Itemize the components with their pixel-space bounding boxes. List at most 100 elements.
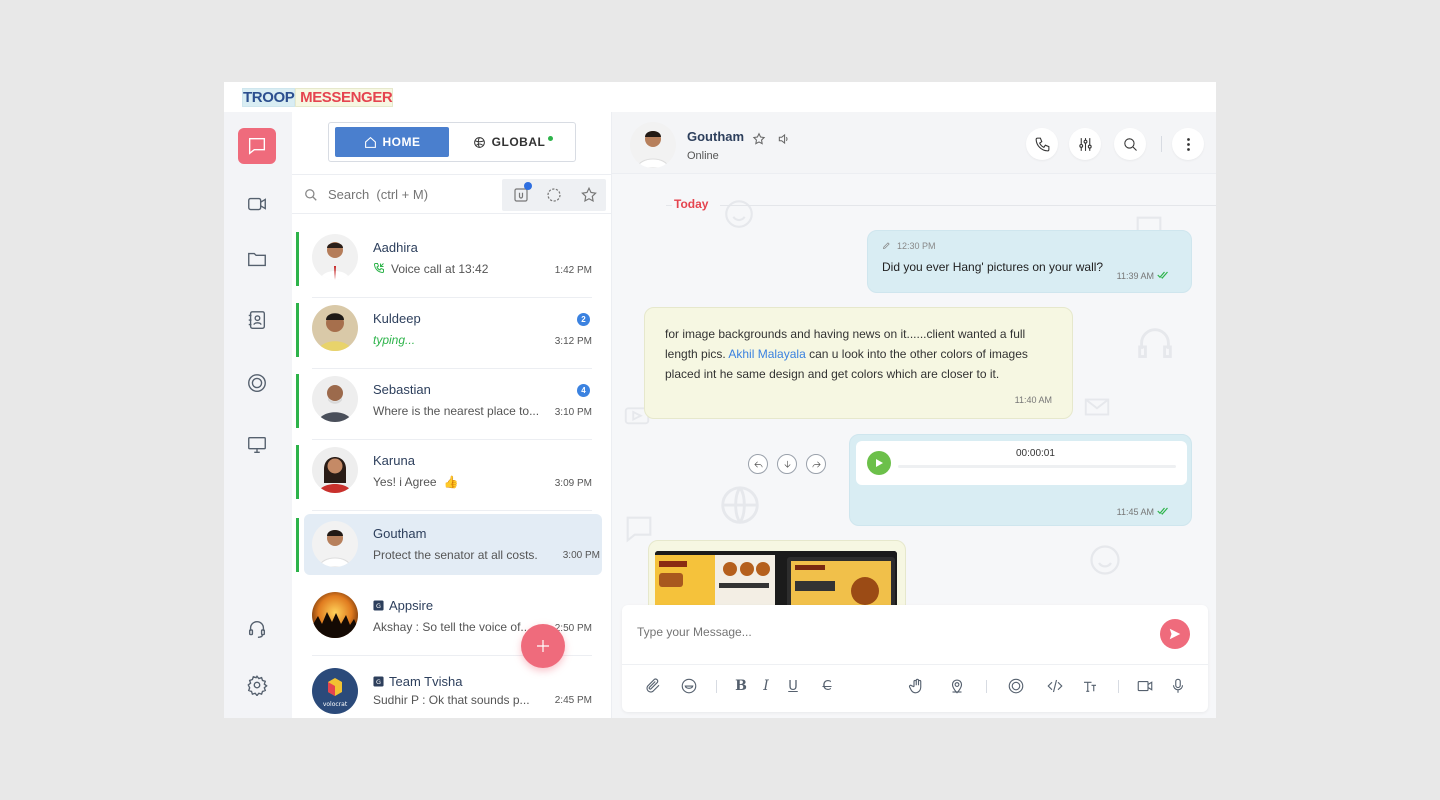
record-button[interactable] [1005, 675, 1027, 697]
contact-name[interactable]: Goutham [687, 129, 744, 144]
audio-duration: 00:00:01 [1016, 448, 1055, 459]
search-icon [305, 189, 317, 201]
chat-name: G Appsire [373, 598, 433, 613]
audio-progress-track[interactable] [898, 465, 1176, 468]
group-icon: G [373, 676, 384, 687]
voice-call-button[interactable] [1026, 128, 1058, 160]
group-icon: G [373, 600, 384, 611]
message-composer: B I U C [622, 605, 1208, 712]
double-check-icon [1157, 271, 1168, 279]
send-icon [1169, 628, 1181, 640]
chat-time: 3:00 PM [562, 550, 600, 561]
monitor-icon [248, 436, 266, 454]
message-text: Did you ever Hang' pictures on your wall… [882, 260, 1104, 274]
message-text: for image backgrounds and having news on… [665, 327, 1028, 381]
star-filter-icon[interactable] [580, 186, 598, 204]
nav-contacts[interactable] [238, 302, 276, 338]
global-tab[interactable]: GLOBAL [455, 127, 571, 157]
strikethrough-button[interactable]: C [816, 675, 838, 697]
emoji-icon [681, 678, 697, 694]
chat-item-goutham[interactable]: Goutham Protect the senator at all costs… [296, 514, 602, 575]
chat-item-team-tvisha[interactable]: volocrat G Team Tvisha Sudhir P : Ok that… [296, 664, 602, 718]
avatar [312, 234, 358, 280]
play-button[interactable] [867, 451, 891, 475]
brand-logo: TROOP MESSENGER [242, 88, 394, 107]
new-chat-button[interactable] [521, 624, 565, 668]
message-input[interactable] [637, 625, 1117, 639]
chat-time: 3:10 PM [554, 407, 592, 418]
speaker-icon[interactable] [777, 132, 791, 146]
online-indicator [296, 374, 299, 428]
chat-item-sebastian[interactable]: Sebastian Where is the nearest place to.… [296, 372, 602, 440]
chat-name: Kuldeep [373, 311, 421, 326]
star-icon[interactable] [752, 132, 766, 146]
more-options-button[interactable] [1172, 128, 1204, 160]
bold-button[interactable]: B [730, 675, 752, 697]
message-outgoing[interactable]: 12:30 PM Did you ever Hang' pictures on … [867, 230, 1192, 293]
nav-video[interactable] [238, 186, 276, 222]
italic-button[interactable]: I [755, 675, 777, 697]
chat-name: G Team Tvisha [373, 674, 462, 689]
notification-dot [524, 182, 532, 190]
edited-label: 12:30 PM [882, 241, 936, 251]
code-button[interactable] [1044, 675, 1066, 697]
gear-icon [247, 675, 268, 696]
chat-settings-button[interactable] [1069, 128, 1101, 160]
user-mention-link[interactable]: Akhil Malayala [728, 347, 805, 361]
nav-help[interactable] [238, 611, 276, 647]
chat-time: 3:09 PM [554, 478, 592, 489]
reply-icon [753, 461, 762, 467]
video-camera-icon [1137, 680, 1153, 692]
global-tab-label: GLOBAL [491, 135, 546, 149]
video-message-button[interactable] [1134, 675, 1156, 697]
contact-avatar[interactable] [630, 122, 676, 168]
online-indicator [296, 303, 299, 357]
voice-message: 00:00:01 11:45 AM [849, 434, 1192, 526]
attach-button[interactable] [642, 675, 664, 697]
online-dot [548, 135, 554, 141]
emoji-button[interactable] [678, 675, 700, 697]
home-tab[interactable]: HOME [335, 127, 449, 157]
voice-message-button[interactable] [1167, 675, 1189, 697]
search-bar [292, 174, 611, 214]
video-camera-icon [248, 197, 266, 211]
unread-count-badge: 2 [577, 313, 590, 326]
conversation-header: Goutham Online [612, 112, 1216, 174]
thumbs-up-emoji-icon: 👍 [443, 475, 459, 489]
chat-bubble-icon [248, 137, 266, 155]
conversation-panel: Goutham Online Today 12:30 PM Did you ev… [612, 112, 1216, 718]
chat-item-aadhira[interactable]: Aadhira Voice call at 13:42 1:42 PM [296, 230, 602, 298]
download-button[interactable] [777, 454, 797, 474]
message-time: 11:40 AM [1014, 395, 1052, 405]
chat-preview: Sudhir P : Ok that sounds p... [373, 693, 530, 707]
text-format-button[interactable] [1079, 675, 1101, 697]
nav-chats[interactable] [238, 128, 276, 164]
location-button[interactable] [946, 675, 968, 697]
forward-button[interactable] [806, 454, 826, 474]
nav-settings[interactable] [238, 667, 276, 703]
text-size-icon [1084, 681, 1096, 692]
status-filter-icon[interactable] [545, 186, 563, 204]
message-incoming[interactable]: for image backgrounds and having news on… [644, 307, 1073, 419]
chat-preview: Where is the nearest place to... [373, 404, 540, 418]
gesture-button[interactable] [906, 675, 928, 697]
avatar: volocrat [312, 668, 358, 714]
avatar [312, 447, 358, 493]
chat-name: Aadhira [373, 240, 418, 255]
chat-preview: typing... [373, 333, 416, 347]
chat-preview: Yes! i Agree 👍 [373, 475, 459, 489]
nav-screen[interactable] [238, 427, 276, 463]
nav-files[interactable] [238, 241, 276, 277]
reply-button[interactable] [748, 454, 768, 474]
send-button[interactable] [1160, 619, 1190, 649]
paperclip-icon [646, 678, 660, 693]
chat-item-karuna[interactable]: Karuna Yes! i Agree 👍 3:09 PM [296, 443, 602, 511]
search-messages-button[interactable] [1114, 128, 1146, 160]
nav-support-circle[interactable] [238, 365, 276, 401]
contacts-book-icon [248, 311, 266, 329]
code-icon [1047, 679, 1063, 693]
chat-item-kuldeep[interactable]: Kuldeep typing... 3:12 PM 2 [296, 301, 602, 369]
unread-count-badge: 4 [577, 384, 590, 397]
underline-button[interactable]: U [782, 675, 804, 697]
search-input[interactable] [328, 187, 498, 202]
